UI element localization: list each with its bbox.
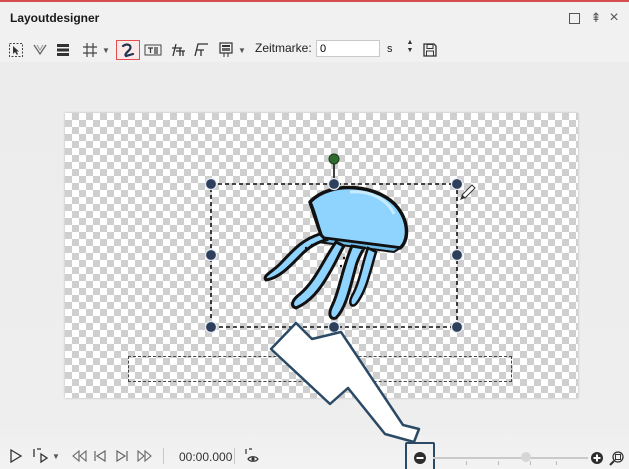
zoom-in-icon[interactable] xyxy=(589,448,605,468)
jellyfish-object[interactable] xyxy=(263,185,409,320)
zoom-tick xyxy=(530,461,531,465)
zoom-tick xyxy=(556,461,557,465)
chevron-down-icon: ▼ xyxy=(52,451,60,461)
layoutdesigner-window: Layoutdesigner ⇞ × ▼ ▼ Zeitmarke: 0 s ▲ … xyxy=(0,0,629,469)
next-frame-icon[interactable] xyxy=(114,446,130,466)
edit-pencil-icon[interactable] xyxy=(460,184,476,200)
separator xyxy=(234,448,235,464)
zoom-tick xyxy=(498,461,499,465)
rotation-handle[interactable] xyxy=(328,153,340,165)
zoom-slider-thumb[interactable] xyxy=(521,452,531,462)
zoom-out-icon[interactable] xyxy=(412,448,428,468)
resize-handle-top-left[interactable] xyxy=(204,177,218,191)
resize-handle-left[interactable] xyxy=(204,248,218,262)
resize-handle-top-right[interactable] xyxy=(450,177,464,191)
canvas-overlay xyxy=(204,153,476,444)
play-dropdown[interactable]: ▼ xyxy=(51,446,61,466)
resize-handle-top[interactable] xyxy=(327,177,341,191)
zoom-slider-track[interactable] xyxy=(433,457,588,459)
resize-handle-bottom[interactable] xyxy=(327,320,341,334)
separator xyxy=(163,448,164,464)
preview-eye-icon[interactable] xyxy=(243,446,261,466)
prev-frame-icon[interactable] xyxy=(92,446,108,466)
callout-arrow xyxy=(269,321,421,444)
resize-handle-right[interactable] xyxy=(450,248,464,262)
playback-bar: ▼ xyxy=(0,442,629,469)
time-readout: 00:00.000 xyxy=(179,450,233,464)
resize-handle-bottom-left[interactable] xyxy=(204,320,218,334)
next-mark-icon[interactable] xyxy=(136,446,154,466)
resize-handle-bottom-right[interactable] xyxy=(450,320,464,334)
play-icon[interactable] xyxy=(8,446,24,466)
prev-mark-icon[interactable] xyxy=(70,446,88,466)
zoom-fit-icon[interactable] xyxy=(608,448,626,468)
play-from-icon[interactable] xyxy=(31,446,49,466)
zoom-tick xyxy=(466,461,467,465)
